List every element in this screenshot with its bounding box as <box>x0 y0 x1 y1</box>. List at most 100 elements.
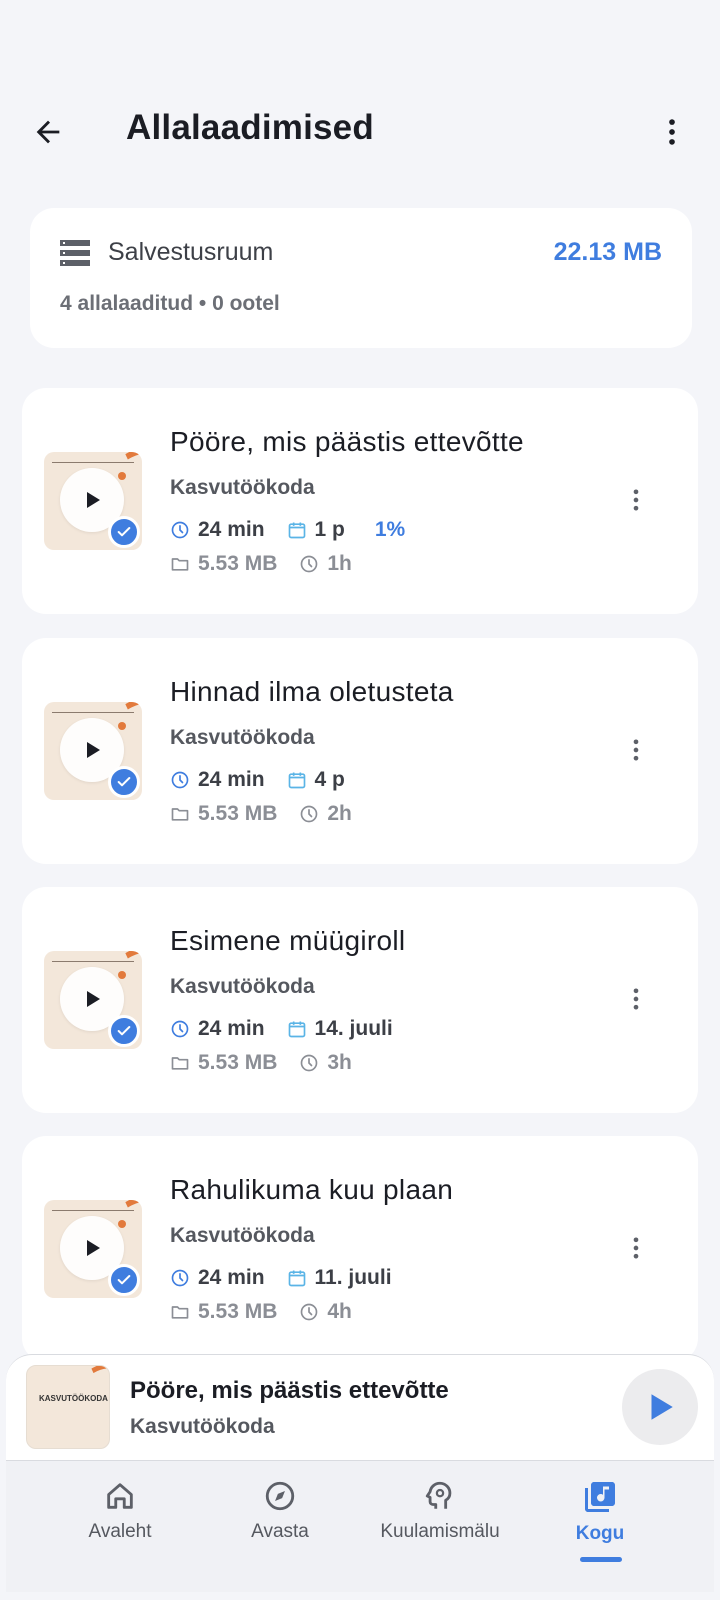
date-text: 1 p <box>314 518 345 541</box>
episode-downloaded-ago: 3h <box>299 1051 352 1075</box>
nav-label-library: Kogu <box>575 1523 625 1544</box>
storage-summary: 4 allalaaditud • 0 ootel <box>60 292 280 315</box>
duration-text: 24 min <box>198 1266 265 1289</box>
bottom-navigation: Avaleht Avasta Kuulamismälu Kogu <box>6 1460 714 1592</box>
mini-player[interactable]: KASVUTÖÖKODA Pööre, mis päästis ettevõtt… <box>6 1354 714 1460</box>
storage-size: 22.13 MB <box>553 238 662 266</box>
episode-title: Hinnad ilma oletusteta <box>170 676 454 707</box>
episode-duration: 24 min <box>170 768 265 792</box>
episode-duration: 24 min <box>170 1266 265 1290</box>
check-icon <box>117 777 131 787</box>
play-icon <box>87 1240 100 1256</box>
size-text: 5.53 MB <box>198 802 278 825</box>
storage-icon <box>60 240 90 266</box>
nav-item-listening-memory[interactable]: Kuulamismälu <box>360 1479 520 1559</box>
date-text: 11. juuli <box>314 1266 392 1289</box>
app-bar: Allalaadimised <box>0 88 720 172</box>
page-title: Allalaadimised <box>126 108 374 147</box>
downloaded-ago-text: 4h <box>327 1300 352 1323</box>
episode-show: Kasvutöökoda <box>170 975 315 998</box>
size-text: 5.53 MB <box>198 552 278 575</box>
episode-more-button[interactable] <box>618 732 654 768</box>
episode-title: Esimene müügiroll <box>170 925 406 956</box>
storage-label: Salvestusruum <box>108 238 274 266</box>
episode-file-size: 5.53 MB <box>170 802 277 826</box>
size-text: 5.53 MB <box>198 1300 278 1323</box>
more-vert-icon <box>633 988 639 1010</box>
more-options-button[interactable] <box>652 112 692 152</box>
play-icon <box>651 1394 673 1420</box>
clock-icon <box>171 771 189 789</box>
episode-more-button[interactable] <box>618 981 654 1017</box>
play-icon <box>87 991 100 1007</box>
episode-meta-secondary: 5.53 MB 1h <box>170 550 374 578</box>
episode-card[interactable]: Rahulikuma kuu plaan Kasvutöökoda 24 min 11… <box>22 1136 698 1362</box>
episode-date: 4 p <box>287 768 345 792</box>
clock-icon <box>301 1303 318 1321</box>
episode-meta-secondary: 5.53 MB 2h <box>170 800 374 828</box>
episode-show: Kasvutöökoda <box>170 1224 315 1247</box>
episode-date: 11. juuli <box>287 1266 392 1290</box>
episode-duration: 24 min <box>170 518 265 542</box>
episode-downloaded-ago: 2h <box>299 802 352 826</box>
calendar-icon <box>288 772 305 789</box>
nav-item-discover[interactable]: Avasta <box>200 1479 360 1559</box>
folder-icon <box>171 558 189 571</box>
downloaded-badge <box>108 1264 140 1296</box>
episode-card[interactable]: Pööre, mis päästis ettevõtte Kasvutöökoda… <box>22 388 698 614</box>
play-icon <box>87 492 100 508</box>
nav-label-home: Avaleht <box>88 1521 152 1542</box>
nav-label-listening-memory: Kuulamismälu <box>380 1521 500 1542</box>
episode-file-size: 5.53 MB <box>170 552 277 576</box>
calendar-icon <box>288 522 305 539</box>
episode-meta-primary: 24 min 11. juuli <box>170 1264 422 1292</box>
episode-file-size: 5.53 MB <box>170 1051 277 1075</box>
downloaded-badge <box>108 766 140 798</box>
nav-item-home[interactable]: Avaleht <box>40 1479 200 1559</box>
mini-player-show: Kasvutöökoda <box>130 1415 275 1438</box>
duration-text: 24 min <box>198 518 265 541</box>
check-icon <box>117 1026 131 1036</box>
clock-icon <box>301 555 318 573</box>
more-vert-icon <box>633 489 639 511</box>
episode-progress: 1% <box>374 518 406 541</box>
more-vert-icon <box>633 739 639 761</box>
episode-more-button[interactable] <box>618 1230 654 1266</box>
compass-icon <box>265 1481 295 1511</box>
more-vert-icon <box>633 1237 639 1259</box>
episode-title: Rahulikuma kuu plaan <box>170 1174 454 1205</box>
episode-meta-secondary: 5.53 MB 4h <box>170 1298 374 1326</box>
brain-icon <box>425 1481 452 1509</box>
clock-icon <box>301 805 318 823</box>
mini-player-play-button[interactable] <box>622 1369 698 1445</box>
calendar-icon <box>288 1021 305 1038</box>
episode-show: Kasvutöökoda <box>170 726 315 749</box>
folder-icon <box>171 808 189 821</box>
episode-title: Pööre, mis päästis ettevõtte <box>170 426 524 457</box>
date-text: 4 p <box>314 768 345 791</box>
episode-downloaded-ago: 4h <box>299 1300 352 1324</box>
episode-meta-primary: 24 min 4 p <box>170 766 375 794</box>
episode-downloaded-ago: 1h <box>299 552 352 576</box>
play-icon <box>87 742 100 758</box>
episode-card[interactable]: Esimene müügiroll Kasvutöökoda 24 min 14. j… <box>22 887 698 1113</box>
duration-text: 24 min <box>198 768 265 791</box>
clock-icon <box>171 1269 189 1287</box>
episode-file-size: 5.53 MB <box>170 1300 277 1324</box>
mini-player-artwork: KASVUTÖÖKODA <box>26 1365 110 1449</box>
episode-meta-primary: 24 min 1 p 1% <box>170 516 405 544</box>
back-button[interactable] <box>26 110 70 154</box>
clock-icon <box>301 1054 318 1072</box>
calendar-icon <box>288 1270 305 1287</box>
episode-meta-primary: 24 min 14. juuli <box>170 1015 423 1043</box>
folder-icon <box>171 1306 189 1319</box>
check-icon <box>117 527 131 537</box>
nav-item-library[interactable]: Kogu <box>520 1479 680 1559</box>
downloaded-ago-text: 1h <box>327 552 352 575</box>
duration-text: 24 min <box>198 1017 265 1040</box>
more-vert-icon <box>669 119 675 145</box>
downloaded-badge <box>108 516 140 548</box>
episode-card[interactable]: Hinnad ilma oletusteta Kasvutöökoda 24 min… <box>22 638 698 864</box>
episode-more-button[interactable] <box>618 482 654 518</box>
size-text: 5.53 MB <box>198 1051 278 1074</box>
